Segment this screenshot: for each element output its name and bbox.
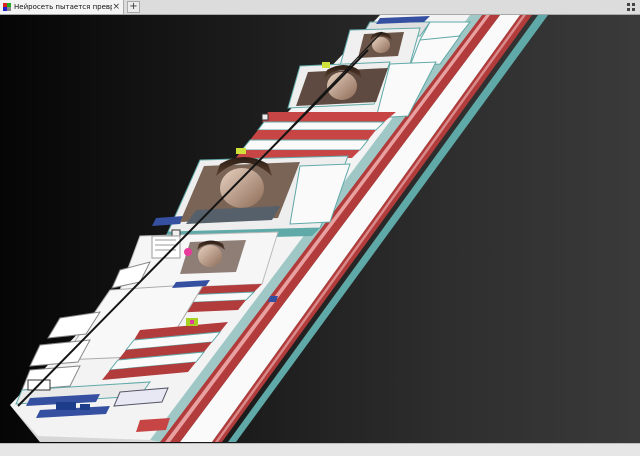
grid-icon[interactable] (627, 3, 635, 11)
new-tab-button[interactable]: + (127, 1, 140, 13)
tab-strip: Нейросеть пытается превратить на... × + (0, 0, 640, 15)
site-favicon-icon (3, 3, 11, 11)
portrait-4 (180, 240, 246, 274)
close-icon[interactable]: × (112, 0, 120, 14)
3d-dom-view[interactable] (0, 15, 640, 443)
status-bar (0, 443, 640, 456)
browser-tab-active[interactable]: Нейросеть пытается превратить на... × (0, 0, 124, 14)
tab-title: Нейросеть пытается превратить на... (14, 3, 112, 11)
plus-icon: + (129, 1, 138, 12)
page-layer-stack (10, 15, 548, 442)
